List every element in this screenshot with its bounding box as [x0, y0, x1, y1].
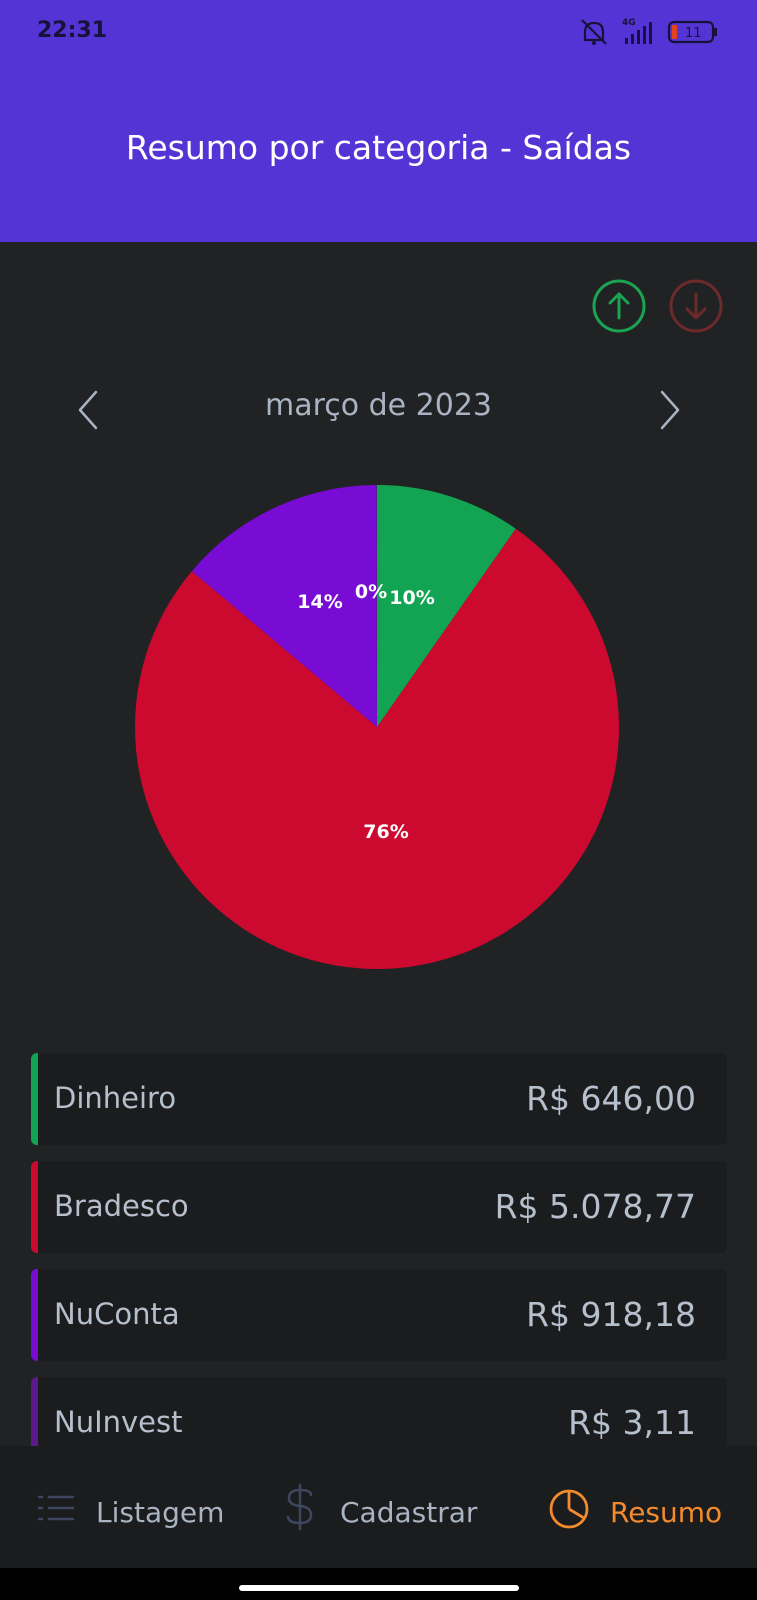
- category-card-bradesco[interactable]: Bradesco R$ 5.078,77: [31, 1161, 727, 1253]
- category-color-bar: [31, 1161, 38, 1253]
- category-amount: R$ 5.078,77: [494, 1187, 696, 1226]
- nav-label: Resumo: [610, 1496, 723, 1529]
- muted-notification-icon: [581, 19, 607, 45]
- status-time: 22:31: [37, 18, 108, 43]
- category-card-nuconta[interactable]: NuConta R$ 918,18: [31, 1269, 727, 1361]
- category-amount: R$ 918,18: [526, 1295, 696, 1334]
- category-amount: R$ 3,11: [568, 1403, 696, 1442]
- category-card-dinheiro[interactable]: Dinheiro R$ 646,00: [31, 1053, 727, 1145]
- expense-filter-button[interactable]: [668, 278, 724, 334]
- income-filter-button[interactable]: [591, 278, 647, 334]
- pie-slice-label: 10%: [389, 587, 434, 609]
- category-amount: R$ 646,00: [526, 1079, 696, 1118]
- nav-item-cadastrar[interactable]: Cadastrar: [280, 1446, 490, 1568]
- category-name: NuConta: [54, 1297, 180, 1331]
- nav-item-listagem[interactable]: Listagem: [36, 1446, 246, 1568]
- category-color-bar: [31, 1053, 38, 1145]
- bottom-navigation: Listagem Cadastrar Resumo: [0, 1446, 757, 1568]
- list-icon: [37, 1495, 75, 1521]
- battery-level: 11: [685, 26, 702, 41]
- pie-slice-label: 14%: [297, 591, 342, 613]
- page-title: Resumo por categoria - Saídas: [125, 128, 632, 167]
- next-month-button[interactable]: [652, 380, 688, 444]
- gesture-bar: [0, 1568, 757, 1600]
- category-name: Dinheiro: [54, 1081, 177, 1115]
- pie-slice-label: 76%: [363, 821, 408, 843]
- dollar-icon: [286, 1483, 313, 1531]
- nav-item-resumo[interactable]: Resumo: [548, 1446, 748, 1568]
- chevron-right-icon: [660, 390, 680, 430]
- category-name: NuInvest: [54, 1405, 183, 1439]
- category-color-bar: [31, 1269, 38, 1361]
- network-type-label: 4G: [622, 18, 636, 28]
- status-icons: 4G 11: [577, 14, 727, 50]
- arrow-down-circle-icon: [669, 279, 723, 333]
- arrow-up-circle-icon: [592, 279, 646, 333]
- month-label: março de 2023: [264, 388, 493, 423]
- pie-chart-icon: [549, 1489, 589, 1529]
- pie-chart-svg: 10% 76% 14% 0%: [134, 485, 619, 969]
- category-pie-chart: 10% 76% 14% 0%: [130, 480, 624, 974]
- nav-label: Listagem: [96, 1496, 225, 1529]
- category-name: Bradesco: [54, 1189, 189, 1223]
- home-indicator[interactable]: [239, 1585, 519, 1591]
- app-header: 22:31 4G 11 Resumo por categoria - Saída…: [0, 0, 757, 242]
- nav-label: Cadastrar: [340, 1496, 478, 1529]
- pie-slice-label: 0%: [355, 581, 387, 603]
